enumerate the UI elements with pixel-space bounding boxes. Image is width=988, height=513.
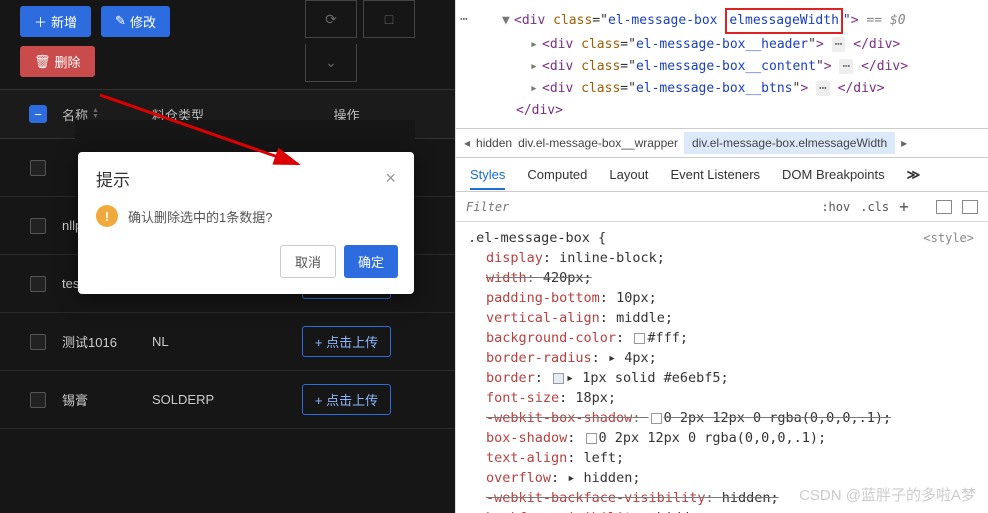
box-icon[interactable]: ⟳ (305, 0, 357, 38)
tab-computed[interactable]: Computed (527, 167, 587, 182)
elem-child[interactable]: ▸<div class="el-message-box__header"> ⋯ … (530, 34, 976, 56)
dialog-message: 确认删除选中的1条数据? (128, 207, 272, 226)
checkbox[interactable] (30, 392, 46, 408)
devtools-pane: ⋯ ▼<div class="el-message-box elmessageW… (455, 0, 988, 513)
crumb-item-selected[interactable]: div.el-message-box.elmessageWidth (684, 132, 895, 154)
chevron-left-icon[interactable]: ◂ (464, 136, 470, 150)
crumb-item[interactable]: hidden (476, 136, 512, 150)
css-rule[interactable]: backface-visibility: hidden; (486, 508, 976, 513)
tab-styles[interactable]: Styles (470, 167, 505, 190)
plus-icon[interactable]: + (899, 197, 909, 216)
css-selector[interactable]: .el-message-box { (468, 228, 976, 248)
checkbox-indeterminate-icon[interactable]: − (29, 105, 47, 123)
styles-tabs: Styles Computed Layout Event Listeners D… (456, 158, 988, 192)
cell-name: 测试1016 (62, 332, 152, 351)
confirm-dialog: 提示 × ! 确认删除选中的1条数据? 取消 确定 (78, 152, 414, 294)
css-rule[interactable]: -webkit-box-shadow: 0 2px 12px 0 rgba(0,… (486, 408, 976, 428)
breadcrumb[interactable]: ◂ hidden div.el-message-box__wrapper div… (456, 128, 988, 158)
crumb-item[interactable]: div.el-message-box__wrapper (518, 136, 678, 150)
close-tag: </div> (516, 103, 563, 118)
upload-button[interactable]: + 点击上传 (302, 384, 391, 415)
cell-type: NL (152, 334, 252, 349)
more-icon[interactable]: ≫ (907, 167, 921, 183)
eq0: == $0 (866, 13, 905, 28)
modify-button[interactable]: ✎ 修改 (101, 6, 170, 37)
filter-bar: :hov .cls + (456, 192, 988, 222)
layout-icon[interactable] (962, 200, 978, 214)
box-icon[interactable]: ⌄ (305, 44, 357, 82)
sort-icon[interactable]: ▲▼ (92, 108, 99, 120)
chevron-right-icon[interactable]: ▸ (901, 136, 907, 150)
layout-icon[interactable] (936, 200, 952, 214)
dialog-title: 提示 (96, 166, 130, 191)
css-rule[interactable]: vertical-align: middle; (486, 308, 976, 328)
overflow-icon[interactable]: ⋯ (460, 9, 468, 31)
add-button[interactable]: ＋ 新增 (20, 6, 91, 37)
css-rule[interactable]: border-radius: ▸ 4px; (486, 348, 976, 368)
tab-layout[interactable]: Layout (609, 167, 648, 182)
checkbox[interactable] (30, 334, 46, 350)
warning-icon: ! (96, 205, 118, 227)
tab-listeners[interactable]: Event Listeners (670, 167, 760, 182)
elem-child[interactable]: ▸<div class="el-message-box__content"> ⋯… (530, 56, 976, 78)
tab-dom-breakpoints[interactable]: DOM Breakpoints (782, 167, 885, 182)
box-icon[interactable]: □ (363, 0, 415, 38)
style-origin: <style> (923, 228, 974, 248)
css-rule[interactable]: width: 420px; (486, 268, 976, 288)
checkbox[interactable] (30, 160, 46, 176)
elem-child[interactable]: ▸<div class="el-message-box__btns"> ⋯ </… (530, 78, 976, 100)
ok-button[interactable]: 确定 (344, 245, 398, 278)
css-rule[interactable]: display: inline-block; (486, 248, 976, 268)
css-rules[interactable]: <style> .el-message-box { display: inlin… (456, 222, 988, 513)
css-rule[interactable]: font-size: 18px; (486, 388, 976, 408)
add-label: 新增 (51, 12, 77, 31)
css-rule[interactable]: box-shadow: 0 2px 12px 0 rgba(0,0,0,.1); (486, 428, 976, 448)
highlighted-class: elmessageWidth (725, 8, 843, 34)
checkbox[interactable] (30, 218, 46, 234)
hov-btn[interactable]: :hov (821, 200, 850, 214)
elements-tree[interactable]: ⋯ ▼<div class="el-message-box elmessageW… (456, 0, 988, 128)
delete-button[interactable]: 🗑 删除 (20, 46, 95, 77)
delete-label: 删除 (55, 52, 81, 71)
css-rule[interactable]: padding-bottom: 10px; (486, 288, 976, 308)
close-icon[interactable]: × (385, 168, 396, 189)
watermark: CSDN @蓝胖子的多啦A梦 (799, 484, 976, 505)
modify-label: 修改 (130, 12, 156, 31)
corner-box-group: ⟳ □ ⌄ (305, 0, 425, 82)
cls-btn[interactable]: .cls (860, 200, 889, 214)
cancel-button[interactable]: 取消 (280, 245, 336, 278)
css-rule[interactable]: text-align: left; (486, 448, 976, 468)
upload-button[interactable]: + 点击上传 (302, 326, 391, 357)
table-row: 锡膏 SOLDERP + 点击上传 (0, 371, 455, 429)
cell-name: 锡膏 (62, 390, 152, 409)
css-rule[interactable]: background-color: #fff; (486, 328, 976, 348)
app-left-pane: ＋ 新增 ✎ 修改 ⟳ □ ⌄ 🗑 删除 − 名称▲▼ 料仓类型 操作 ASTE… (0, 0, 455, 513)
cell-type: SOLDERP (152, 392, 252, 407)
checkbox[interactable] (30, 276, 46, 292)
filter-input[interactable] (466, 200, 811, 214)
css-rule[interactable]: border: ▸ 1px solid #e6ebf5; (486, 368, 976, 388)
table-row: 测试1016 NL + 点击上传 (0, 313, 455, 371)
